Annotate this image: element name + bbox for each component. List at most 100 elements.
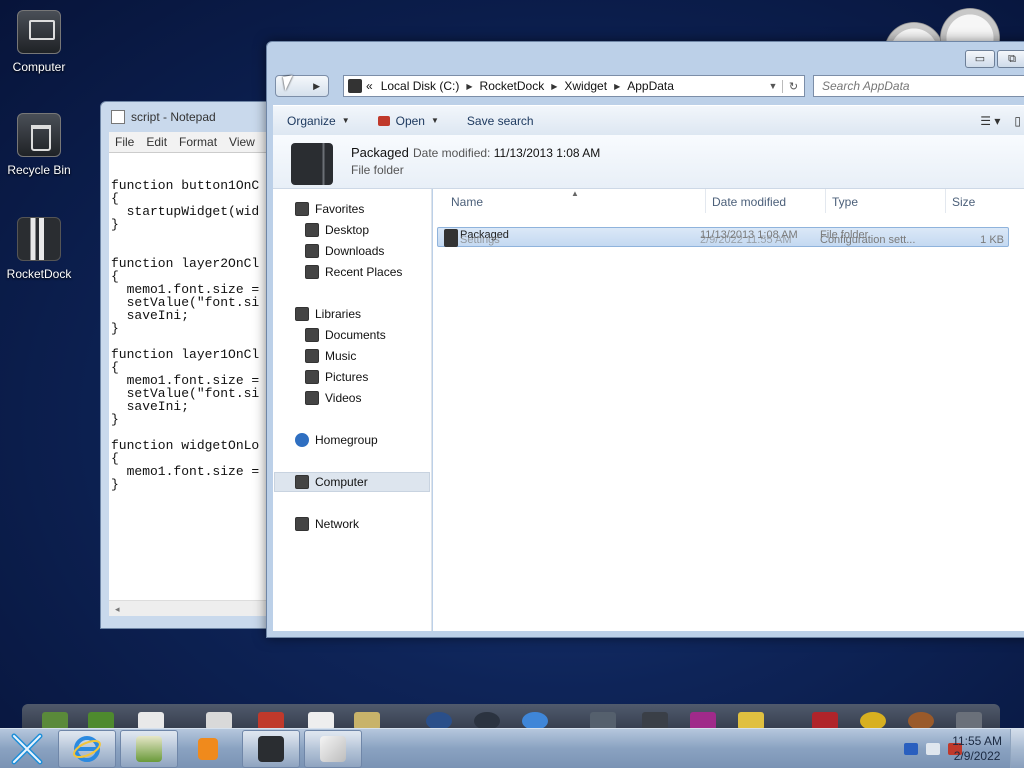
view-controls: ☰ ▾ ▯ (980, 114, 1024, 128)
details-date-label: Date modified: (413, 146, 491, 160)
nav-desktop[interactable]: Desktop (305, 223, 369, 237)
nav-network-label: Network (315, 517, 360, 531)
view-options-icon[interactable]: ☰ ▾ (980, 114, 1000, 128)
explorer-window[interactable]: ▭ ⧉ ▶ « Local Disk (C:) ▶ RocketDock ▶ X… (266, 41, 1024, 638)
packaged-folder-icon (291, 143, 333, 185)
column-header-size[interactable]: Size (952, 195, 975, 209)
music-icon (305, 349, 319, 363)
column-header-date[interactable]: Date modified (712, 195, 786, 209)
taskbar-internet-explorer[interactable] (58, 730, 116, 768)
breadcrumb-arrow-icon[interactable]: ▶ (548, 82, 560, 91)
navigation-pane: Favorites Desktop Downloads Recent Place… (273, 189, 432, 631)
internet-explorer-icon (73, 736, 101, 762)
breadcrumb-rocketdock[interactable]: RocketDock (476, 79, 549, 93)
breadcrumb-arrow-icon[interactable]: ▶ (463, 82, 475, 91)
menu-file[interactable]: File (115, 135, 134, 149)
horizontal-scrollbar[interactable]: ◂ (109, 600, 279, 616)
libraries-icon (295, 307, 309, 321)
open-label: Open (395, 113, 425, 128)
breadcrumb-local-disk[interactable]: Local Disk (C:) (377, 79, 464, 93)
nav-videos[interactable]: Videos (305, 391, 361, 405)
minimize-button[interactable]: ▭ (965, 50, 995, 68)
nav-music[interactable]: Music (305, 349, 356, 363)
address-chevron[interactable]: « (362, 79, 377, 93)
chevron-down-icon: ▼ (430, 116, 439, 125)
folder-icon (348, 79, 362, 93)
taskbar-clock[interactable]: 11:55 AM 2/9/2022 (952, 734, 1002, 764)
column-header-name[interactable]: Name (451, 195, 483, 209)
open-button[interactable]: Open ▼ (364, 114, 453, 128)
navigation-bar: ▶ « Local Disk (C:) ▶ RocketDock ▶ Xwidg… (275, 73, 1024, 99)
nav-desktop-label: Desktop (325, 223, 370, 237)
breadcrumb-arrow-icon[interactable]: ▶ (611, 82, 623, 91)
column-divider[interactable] (945, 189, 946, 213)
taskbar-photos[interactable] (120, 730, 178, 768)
nav-pictures-label: Pictures (325, 370, 369, 384)
address-dropdown-icon[interactable]: ▼ (764, 81, 782, 91)
tray-bluetooth-icon[interactable] (904, 743, 918, 755)
menu-edit[interactable]: Edit (146, 135, 167, 149)
column-header-type[interactable]: Type (832, 195, 858, 209)
nav-recent-places[interactable]: Recent Places (305, 265, 402, 279)
search-input[interactable]: Search AppData (813, 75, 1024, 97)
nav-computer[interactable]: Computer (295, 475, 368, 489)
clock-date: 2/9/2022 (953, 749, 1001, 763)
show-desktop-button[interactable] (1010, 729, 1024, 768)
file-list[interactable]: ▲ Name Date modified Type Size Packaged … (433, 189, 1024, 631)
menu-view[interactable]: View (229, 135, 255, 149)
row-name: Settings (460, 234, 500, 246)
clock-time: 11:55 AM (952, 734, 1002, 748)
refresh-icon[interactable]: ↻ (782, 79, 804, 93)
star-icon (295, 202, 309, 216)
nav-pictures[interactable]: Pictures (305, 370, 368, 384)
row-size: 1 KB (980, 234, 1004, 246)
nav-favorites[interactable]: Favorites (295, 202, 364, 216)
taskbar-notepad[interactable] (304, 730, 362, 768)
nav-documents[interactable]: Documents (305, 328, 386, 342)
details-date: Date modified: 11/13/2013 1:08 AM (413, 146, 600, 160)
notepad-window[interactable]: script - Notepad File Edit Format View f… (100, 101, 280, 629)
column-divider[interactable] (825, 189, 826, 213)
menu-format[interactable]: Format (179, 135, 217, 149)
open-app-icon (377, 115, 390, 126)
organize-label: Organize (287, 113, 336, 128)
details-name: Packaged (351, 145, 409, 160)
photo-viewer-icon (136, 736, 162, 762)
desktop-icon-rocketdock[interactable]: RocketDock (0, 217, 78, 281)
nav-computer-label: Computer (315, 475, 368, 489)
notepad-icon (320, 736, 346, 762)
command-bar: Organize ▼ Open ▼ Save search ☰ ▾ ▯ (273, 105, 1024, 135)
details-pane: Packaged Date modified: 11/13/2013 1:08 … (273, 135, 1024, 189)
table-row[interactable]: Packaged Settings 11/13/2013 1:08 AM 2/9… (437, 227, 1009, 247)
notepad-titlebar[interactable]: script - Notepad (101, 102, 279, 132)
column-divider[interactable] (705, 189, 706, 213)
downloads-icon (305, 244, 319, 258)
nav-downloads[interactable]: Downloads (305, 244, 384, 258)
desktop-icon-recycle-bin[interactable]: Recycle Bin (0, 113, 78, 177)
maximize-button[interactable]: ⧉ (997, 50, 1024, 68)
taskbar-media-player[interactable] (180, 730, 236, 768)
computer-icon (17, 10, 61, 54)
notepad-menubar: File Edit Format View (109, 132, 279, 152)
nav-homegroup[interactable]: Homegroup (295, 433, 378, 447)
tray-network-icon[interactable] (926, 743, 940, 755)
desktop-icon-computer[interactable]: Computer (0, 10, 78, 74)
row-type: Configuration sett... (820, 234, 916, 246)
address-bar[interactable]: « Local Disk (C:) ▶ RocketDock ▶ Xwidget… (343, 75, 805, 97)
breadcrumb-xwidget[interactable]: Xwidget (560, 79, 611, 93)
notepad-text-area[interactable]: function button1OnC { startupWidget(wid … (109, 152, 279, 616)
organize-button[interactable]: Organize ▼ (273, 114, 364, 128)
taskbar-mixer[interactable] (242, 730, 300, 768)
nav-libraries[interactable]: Libraries (295, 307, 361, 321)
forward-arrow-icon: ▶ (313, 80, 320, 91)
save-search-button[interactable]: Save search (453, 114, 548, 128)
window-controls: ▭ ⧉ (965, 50, 1024, 68)
breadcrumb-appdata[interactable]: AppData (623, 79, 678, 93)
sort-ascending-icon: ▲ (571, 189, 579, 198)
nav-network[interactable]: Network (295, 517, 359, 531)
taskbar: 11:55 AM 2/9/2022 (0, 728, 1024, 768)
network-icon (295, 517, 309, 531)
preview-pane-icon[interactable]: ▯ (1014, 114, 1021, 128)
notepad-content[interactable]: function button1OnC { startupWidget(wid … (111, 179, 279, 491)
start-button[interactable] (6, 731, 48, 767)
